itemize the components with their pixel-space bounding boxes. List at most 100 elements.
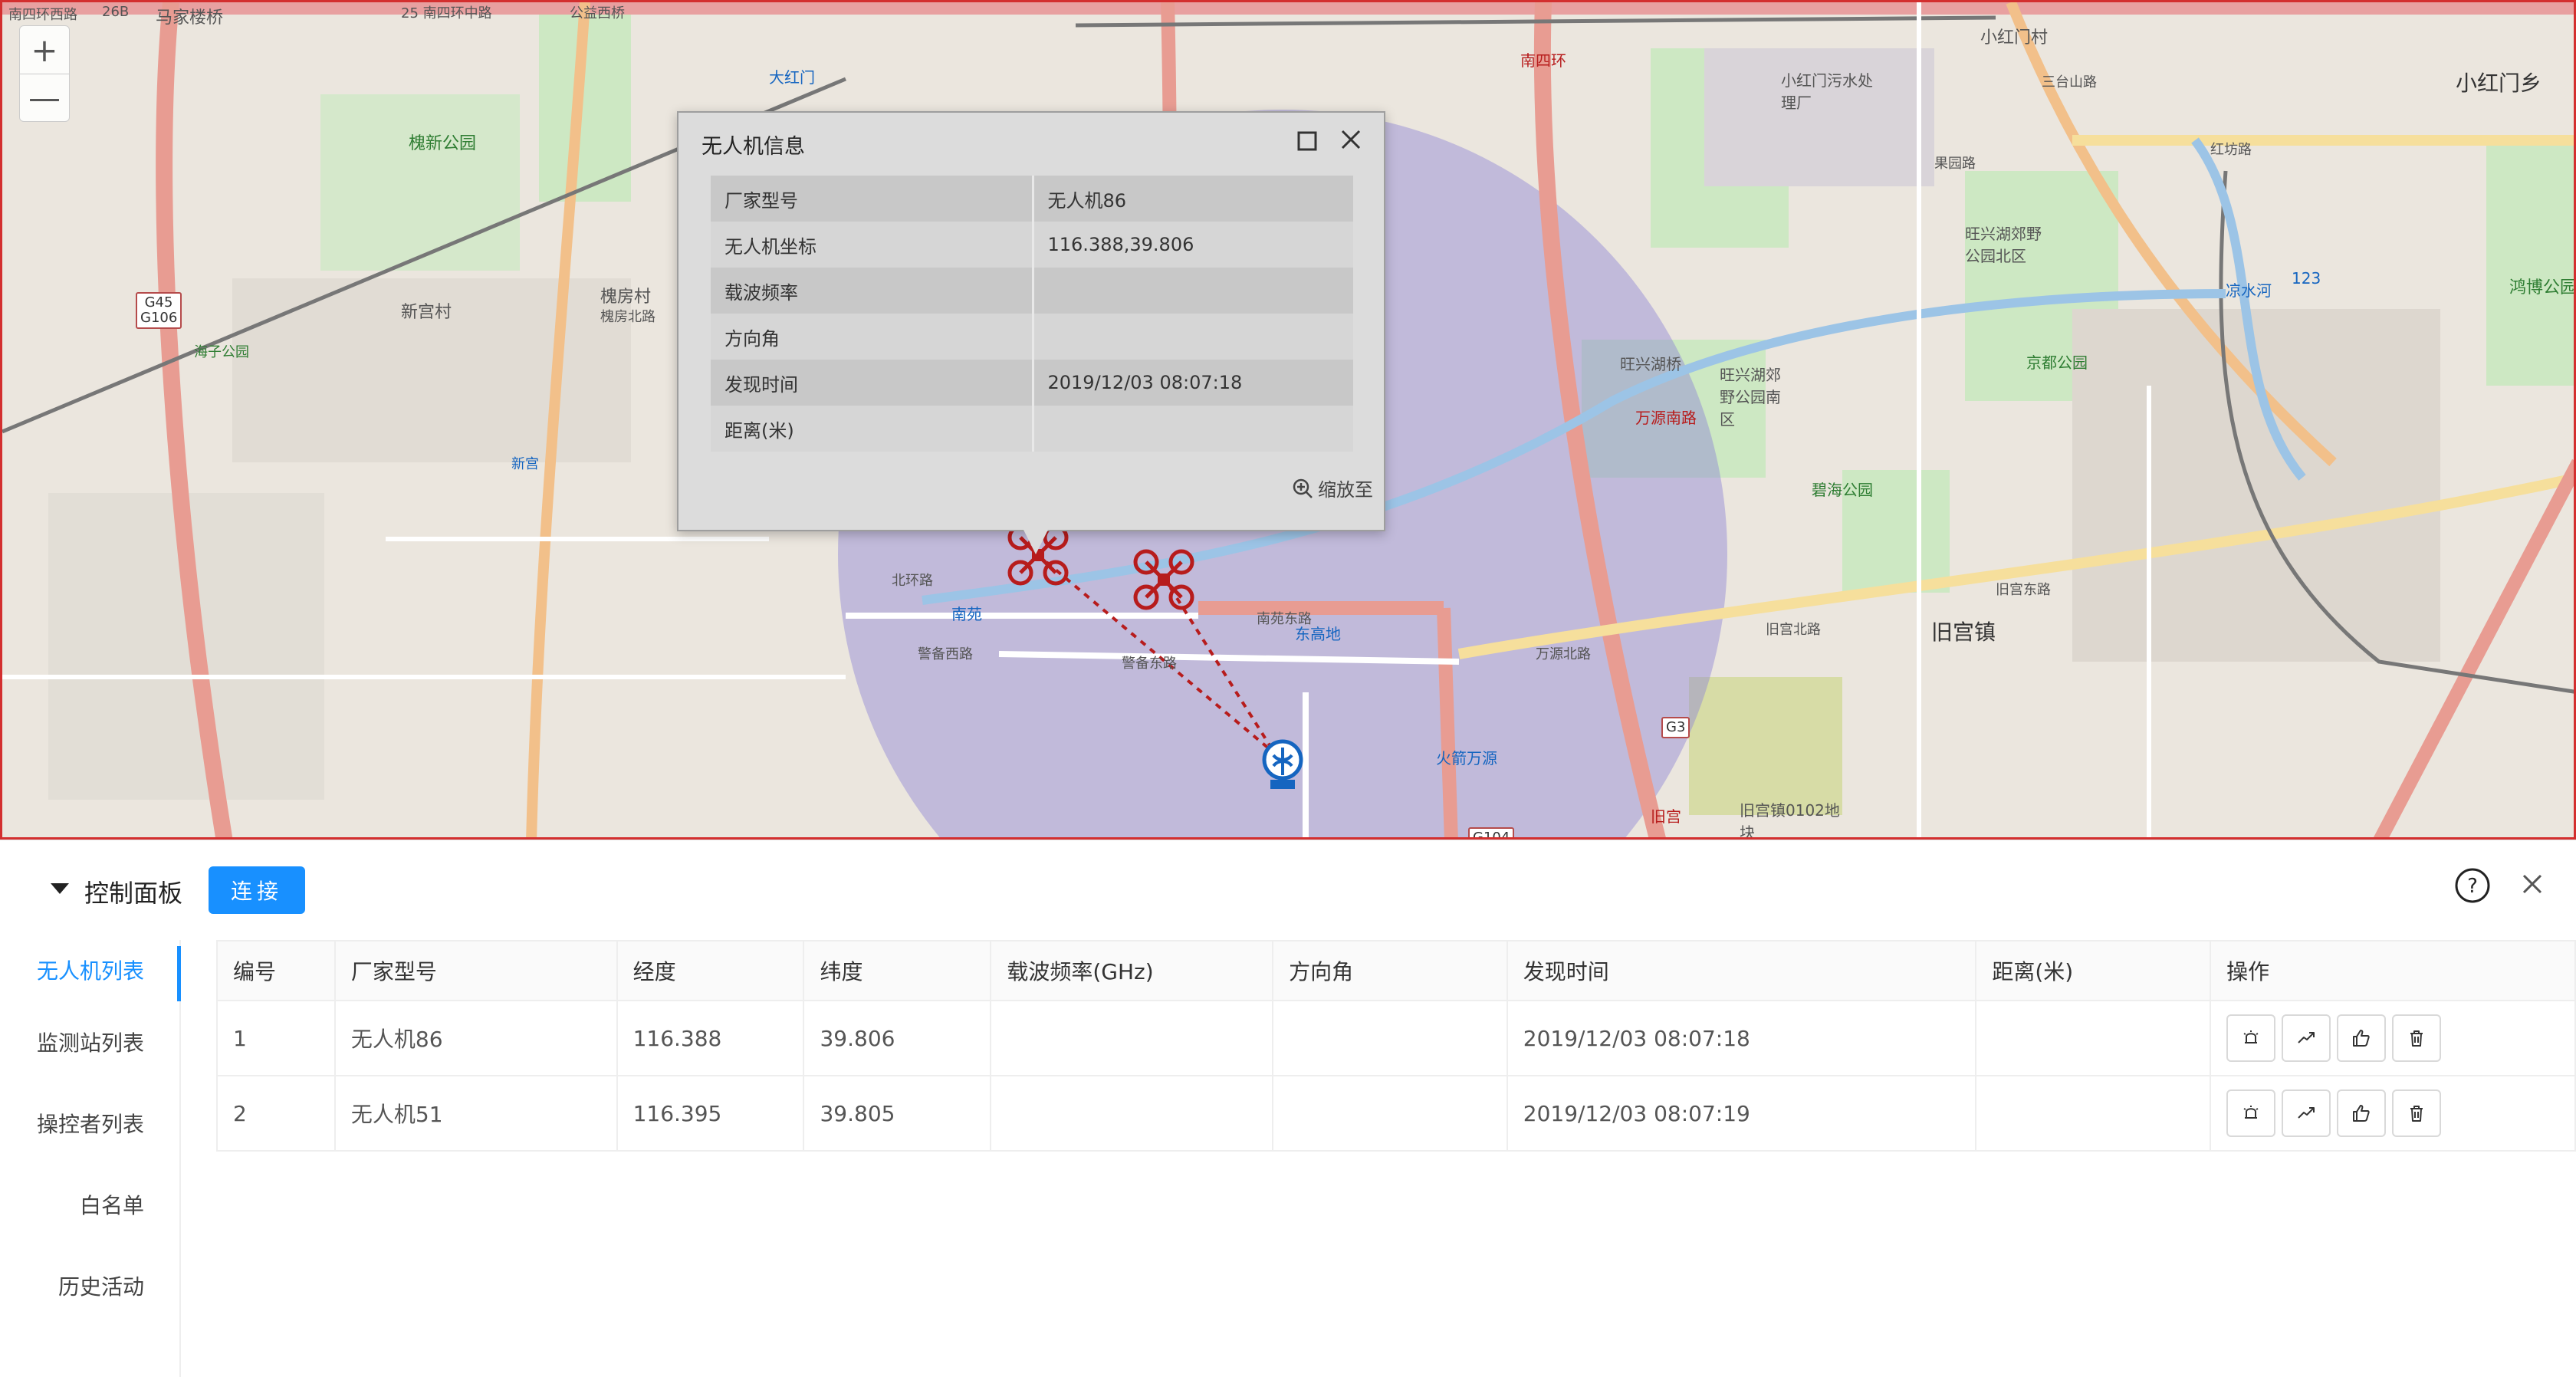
map-label: 火箭万源 <box>1436 749 1497 767</box>
map-label: 123 <box>2292 269 2321 288</box>
sidebar-item[interactable]: 监测站列表 <box>0 1003 179 1084</box>
trend-icon <box>2298 1107 2315 1119</box>
map-view[interactable]: + — 南四环西路 26B 25 南四环中路 马家楼桥 公益西桥 大红门 南四环… <box>0 0 2576 840</box>
map-label: 小红门乡 <box>2456 71 2542 96</box>
popup-info-key: 发现时间 <box>711 360 1034 406</box>
table-cell-dir <box>1272 1075 1508 1152</box>
popup-pointer <box>1024 530 1048 554</box>
popup-title: 无人机信息 <box>702 135 805 159</box>
map-label: 警备东路 <box>1122 656 1177 672</box>
column-header: 纬度 <box>803 940 992 1001</box>
map-label: 东高地 <box>1295 625 1341 643</box>
map-label: 北环路 <box>892 573 933 589</box>
table-cell-time: 2019/12/03 08:07:19 <box>1506 1075 1977 1152</box>
popup-info-row: 载波频率 <box>711 268 1353 314</box>
alarm-icon <box>2243 1106 2259 1119</box>
sidebar-item[interactable]: 历史活动 <box>0 1247 179 1328</box>
popup-info-key: 方向角 <box>711 314 1034 360</box>
map-label: 海子公园 <box>194 344 249 360</box>
table-cell-model: 无人机51 <box>334 1075 618 1152</box>
road-shield: G104 <box>1468 827 1515 837</box>
drone-info-popup: 无人机信息 厂家型号 无人机86 无人机坐标 116.388,39.806 载波频率 方向… <box>677 111 1385 554</box>
table-cell-lat: 39.806 <box>803 1000 992 1076</box>
map-label: 槐新公园 <box>409 134 477 153</box>
alarm-button[interactable] <box>2226 1089 2276 1137</box>
thumbs-up-icon <box>2353 1105 2370 1122</box>
map-label: 旧宫北路 <box>1766 622 1821 638</box>
collapse-caret-icon[interactable] <box>51 883 69 894</box>
popup-info-row: 方向角 <box>711 314 1353 360</box>
zoom-to-button[interactable]: 缩放至 <box>1292 475 1373 501</box>
table-cell-time: 2019/12/03 08:07:18 <box>1506 1000 1977 1076</box>
map-label: 大红门 <box>769 68 815 87</box>
map-label: 南四环 <box>1520 51 1566 70</box>
trash-button[interactable] <box>2392 1089 2442 1137</box>
zoom-out-button[interactable]: — <box>20 74 69 121</box>
map-label: 旧宫 <box>1651 807 1681 826</box>
map-label: 碧海公园 <box>1812 481 1873 499</box>
table-row[interactable]: 2 无人机51 116.395 39.805 2019/12/03 08:07:19 <box>216 1075 2576 1152</box>
sidebar-item[interactable]: 白名单 <box>0 1165 179 1247</box>
trash-icon <box>2410 1030 2423 1047</box>
help-icon[interactable]: ? <box>2453 866 2492 905</box>
map-label: 25 南四环中路 <box>401 5 492 21</box>
monitoring-station-icon[interactable] <box>1260 738 1306 792</box>
column-header: 编号 <box>216 940 336 1001</box>
popup-info-value: 2019/12/03 08:07:18 <box>1033 360 1353 406</box>
table-cell-dir <box>1272 1000 1508 1076</box>
panel-title: 控制面板 <box>84 879 183 908</box>
trash-icon <box>2410 1106 2423 1122</box>
popup-info-value <box>1033 268 1353 314</box>
drone-icon[interactable] <box>1132 548 1195 611</box>
sidebar-item[interactable]: 操控者列表 <box>0 1084 179 1165</box>
trend-icon <box>2298 1032 2315 1043</box>
map-label: 小红门污水处理厂 <box>1781 71 1873 112</box>
alarm-icon <box>2243 1030 2259 1043</box>
trend-button[interactable] <box>2282 1089 2331 1137</box>
panel-sidebar: 无人机列表 监测站列表 操控者列表 白名单 历史活动 <box>0 940 181 1377</box>
row-actions <box>2226 1089 2574 1137</box>
close-icon[interactable] <box>1338 127 1364 153</box>
connect-button[interactable]: 连接 <box>209 866 305 914</box>
drone-table: 编号 厂家型号 经度 纬度 载波频率(GHz) 方向角 发现时间 距离(米) 操作 1 无人机86… <box>216 940 2576 1152</box>
column-header: 载波频率(GHz) <box>990 940 1274 1001</box>
map-zoom-control: + — <box>19 25 70 122</box>
map-label: 旧宫镇 <box>1931 619 1996 645</box>
popup-info-value <box>1033 406 1353 452</box>
thumbs-up-button[interactable] <box>2337 1014 2387 1062</box>
trend-button[interactable] <box>2282 1014 2331 1062</box>
column-header: 发现时间 <box>1506 940 1977 1001</box>
sidebar-item[interactable]: 无人机列表 <box>0 940 181 1003</box>
panel-close-icon[interactable] <box>2519 871 2545 897</box>
table-cell-freq <box>990 1075 1274 1152</box>
maximize-icon[interactable] <box>1296 130 1319 153</box>
map-label: 红坊路 <box>2210 142 2252 158</box>
popup-info-value: 116.388,39.806 <box>1033 222 1353 268</box>
table-cell-actions <box>2210 1075 2576 1152</box>
popup-info-key: 厂家型号 <box>711 176 1034 222</box>
zoom-in-button[interactable]: + <box>20 26 69 74</box>
map-label: 南苑 <box>951 605 982 623</box>
map-label: 警备西路 <box>918 646 973 662</box>
map-label: 旧宫镇0102地块 <box>1740 801 1840 840</box>
alarm-button[interactable] <box>2226 1014 2276 1062</box>
thumbs-up-button[interactable] <box>2337 1089 2387 1137</box>
table-cell-dist <box>1975 1000 2212 1076</box>
map-label: 槐房村 <box>600 288 652 307</box>
map-label: 万源南路 <box>1635 409 1697 427</box>
table-cell-actions <box>2210 1000 2576 1076</box>
popup-info-row: 发现时间 2019/12/03 08:07:18 <box>711 360 1353 406</box>
column-header: 经度 <box>616 940 805 1001</box>
map-label: 槐房北路 <box>600 309 656 325</box>
table-cell-model: 无人机86 <box>334 1000 618 1076</box>
trash-button[interactable] <box>2392 1014 2442 1062</box>
column-header: 厂家型号 <box>334 940 618 1001</box>
row-actions <box>2226 1014 2574 1062</box>
map-label: 鸿博公园 <box>2509 278 2576 297</box>
road-shield: G3 <box>1661 717 1691 738</box>
map-label: 万源北路 <box>1536 646 1591 662</box>
map-label: 新宫 <box>511 456 539 472</box>
table-row[interactable]: 1 无人机86 116.388 39.806 2019/12/03 08:07:18 <box>216 1000 2576 1076</box>
table-cell-freq <box>990 1000 1274 1076</box>
thumbs-up-icon <box>2353 1030 2370 1047</box>
